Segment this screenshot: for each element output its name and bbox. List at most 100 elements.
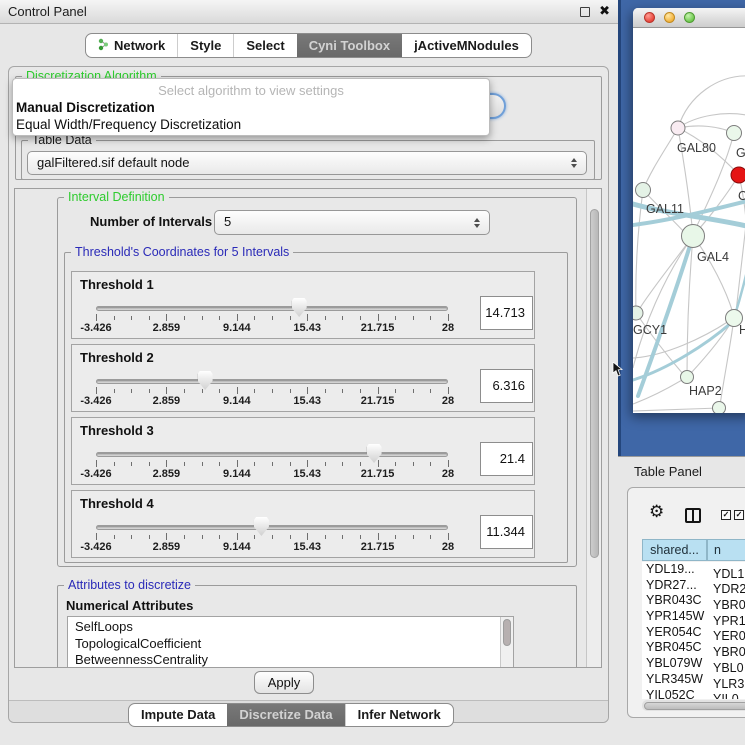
zoom-traffic-light-icon[interactable] [684, 12, 695, 23]
close-traffic-light-icon[interactable] [644, 12, 655, 23]
number-of-intervals-combo[interactable]: 5 [214, 210, 490, 235]
slider-track[interactable] [96, 525, 448, 530]
column-header-name[interactable]: n [707, 539, 745, 561]
tick-mark [149, 389, 150, 393]
tick-mark [254, 462, 255, 466]
node-gal80[interactable] [671, 121, 685, 135]
network-canvas[interactable]: GAL80 GA C GAL11 GAL4 GCY1 H HAP2 [633, 28, 745, 413]
node-gal4[interactable] [682, 225, 705, 248]
settings-scroll-thumb[interactable] [590, 209, 599, 558]
settings-scrollbar[interactable] [586, 189, 601, 668]
attribute-list-item[interactable]: SelfLoops [68, 619, 500, 636]
checkbox-icon[interactable]: ✓ [734, 510, 744, 520]
node-bottom[interactable] [713, 402, 726, 414]
slider-track[interactable] [96, 452, 448, 457]
node-label: GA [736, 146, 745, 160]
tick-mark [219, 389, 220, 393]
network-view-panel: GAL80 GA C GAL11 GAL4 GCY1 H HAP2 [618, 0, 745, 456]
checkbox-icon[interactable]: ✓ [721, 510, 731, 520]
tick-mark [290, 462, 291, 466]
table-row[interactable]: YER054CYER0 [642, 625, 745, 641]
close-icon[interactable]: ✖ [599, 7, 610, 17]
tick-mark [202, 462, 203, 466]
node-red-selected[interactable] [731, 167, 745, 183]
tick-mark [342, 462, 343, 466]
attribute-list-item[interactable]: BetweennessCentrality [68, 652, 500, 668]
number-of-intervals-label: Number of Intervals [90, 214, 212, 229]
tab-infer-network[interactable]: Infer Network [345, 704, 453, 726]
table-row[interactable]: YLR345WYLR3 [642, 672, 745, 688]
slider-thumb[interactable] [292, 298, 307, 317]
tab-cyni-toolbox[interactable]: Cyni Toolbox [297, 34, 402, 57]
cell-shared-name: YLR345W [642, 672, 708, 688]
table-row[interactable]: YBL079WYBL0 [642, 656, 745, 672]
table-row[interactable]: YBR045CYBR0 [642, 640, 745, 656]
network-window-titlebar [633, 8, 745, 28]
node-label: HAP2 [689, 384, 722, 398]
attributes-list-scroll-thumb[interactable] [503, 619, 511, 646]
tick-label: 2.859 [153, 541, 181, 553]
table-row[interactable]: YPR145WYPR1 [642, 609, 745, 625]
tick-mark [290, 316, 291, 320]
node-ga[interactable] [727, 126, 742, 141]
tick-mark [131, 389, 132, 393]
node-hap2[interactable] [681, 371, 694, 384]
tick-label: -3.426 [80, 468, 111, 480]
tick-label: 15.43 [293, 468, 321, 480]
tick-mark [342, 389, 343, 393]
tick-label: 28 [442, 541, 454, 553]
tick-label: 9.144 [223, 468, 251, 480]
dropdown-option-manual[interactable]: Manual Discretization [16, 100, 486, 115]
settings-scroll-area: Interval Definition Number of Intervals … [14, 188, 602, 668]
network-tab-icon [98, 38, 109, 54]
table-hscrollbar[interactable] [642, 700, 745, 711]
tab-impute-data[interactable]: Impute Data [129, 704, 227, 726]
tab-select[interactable]: Select [233, 34, 296, 57]
slider-track[interactable] [96, 306, 448, 311]
node-gal11[interactable] [636, 183, 651, 198]
tick-mark [131, 535, 132, 539]
apply-button[interactable]: Apply [254, 671, 314, 694]
node-gcy1[interactable] [633, 306, 643, 320]
slider-track[interactable] [96, 379, 448, 384]
table-row[interactable]: YIL052CYIL0 [642, 688, 745, 700]
table-row[interactable]: YDL19...YDL1 [642, 562, 745, 578]
numerical-attributes-label: Numerical Attributes [66, 598, 193, 613]
tick-mark [307, 533, 308, 540]
tick-mark [131, 316, 132, 320]
tab-network[interactable]: Network [86, 34, 177, 57]
table-panel-title: Table Panel [634, 464, 702, 479]
threshold-panel: Threshold 1-3.4262.8599.14415.4321.71528… [71, 271, 535, 339]
minimize-traffic-light-icon[interactable] [664, 12, 675, 23]
tick-mark [184, 535, 185, 539]
table-data-combo[interactable]: galFiltered.sif default node [27, 151, 587, 175]
tab-jactivemnodules[interactable]: jActiveMNodules [402, 34, 531, 57]
tick-mark [448, 387, 449, 394]
table-hscroll-thumb[interactable] [644, 702, 745, 710]
tab-discretize-data[interactable]: Discretize Data [227, 704, 344, 726]
gear-icon[interactable]: ⚙ [649, 504, 664, 521]
split-columns-icon[interactable] [685, 508, 701, 523]
tab-style[interactable]: Style [177, 34, 233, 57]
slider-thumb[interactable] [198, 371, 213, 390]
threshold-value-field[interactable]: 11.344 [480, 515, 533, 549]
tick-mark [448, 314, 449, 321]
tick-label: 28 [442, 322, 454, 334]
tick-mark [430, 389, 431, 393]
attribute-list-item[interactable]: TopologicalCoefficient [68, 636, 500, 653]
tick-mark [325, 316, 326, 320]
threshold-value-field[interactable]: 14.713 [480, 296, 533, 330]
threshold-value-field[interactable]: 21.4 [480, 442, 533, 476]
combo-spinner-icon [474, 218, 480, 228]
attributes-list[interactable]: SelfLoopsTopologicalCoefficientBetweenne… [67, 616, 514, 668]
threshold-value-field[interactable]: 6.316 [480, 369, 533, 403]
attributes-list-scrollbar[interactable] [500, 617, 513, 668]
table-row[interactable]: YBR043CYBR0 [642, 593, 745, 609]
column-header-shared[interactable]: shared... [642, 539, 707, 561]
float-window-icon[interactable] [580, 7, 590, 17]
slider-thumb[interactable] [367, 444, 382, 463]
table-row[interactable]: YDR27...YDR2 [642, 578, 745, 594]
slider-thumb[interactable] [254, 517, 269, 536]
network-window[interactable]: GAL80 GA C GAL11 GAL4 GCY1 H HAP2 [633, 8, 745, 413]
dropdown-option-equal-width[interactable]: Equal Width/Frequency Discretization [16, 117, 486, 132]
